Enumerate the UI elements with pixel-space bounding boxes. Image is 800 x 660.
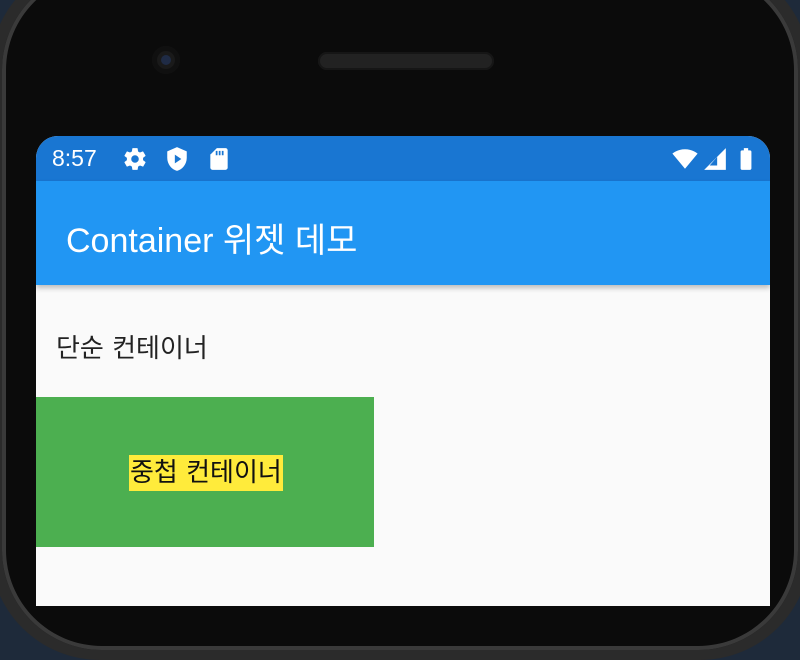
signal-icon xyxy=(704,148,726,170)
shield-play-icon xyxy=(167,147,187,171)
app-bar-title: Container 위젯 데모 xyxy=(66,222,358,260)
device-screen: 8:57 Container 위젯 데모 단순 컨테이너 중첩 컨테이너 xyxy=(36,136,770,606)
status-time: 8:57 xyxy=(52,145,97,171)
earpiece-speaker xyxy=(318,52,494,70)
simple-container-text: 단순 컨테이너 xyxy=(56,334,208,364)
battery-icon xyxy=(740,148,752,170)
front-camera xyxy=(152,46,180,74)
sd-card-icon xyxy=(210,148,228,170)
wifi-icon xyxy=(672,149,698,169)
status-bar: 8:57 xyxy=(36,136,770,181)
app-bar: Container 위젯 데모 xyxy=(36,181,770,285)
outer-container: 중첩 컨테이너 xyxy=(36,397,374,547)
nested-container-text: 중첩 컨테이너 xyxy=(129,455,283,491)
gear-icon xyxy=(124,148,146,170)
